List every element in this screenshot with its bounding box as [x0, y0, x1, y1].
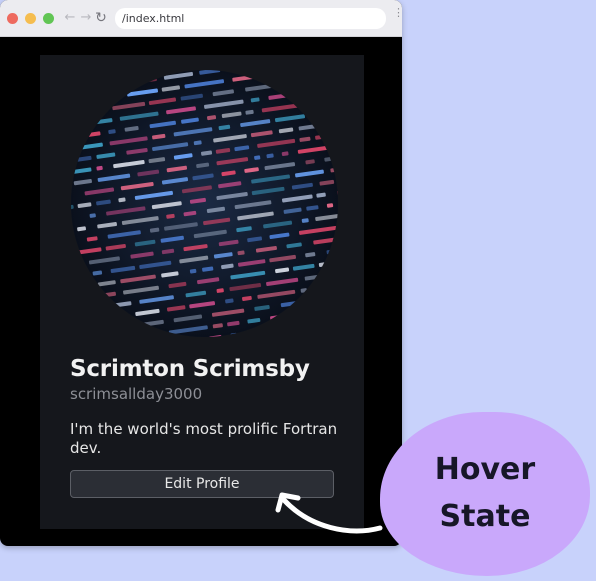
code-texture-mark [71, 273, 83, 280]
code-texture-mark [95, 313, 128, 322]
code-texture-mark [318, 262, 326, 267]
code-texture-mark [71, 109, 91, 117]
code-texture-mark [305, 307, 334, 316]
code-texture-mark [286, 322, 314, 330]
code-texture-mark [154, 331, 162, 337]
profile-handle: scrimsallday3000 [70, 385, 203, 403]
code-texture-mark [93, 305, 102, 311]
code-texture-mark [84, 72, 108, 80]
code-texture-mark [116, 70, 137, 75]
code-texture-mark [283, 333, 315, 337]
code-texture-mark [333, 107, 338, 114]
code-texture-mark [254, 155, 261, 160]
annotation-line-1: Hover [434, 452, 536, 487]
profile-name: Scrimton Scrimsby [70, 356, 310, 382]
browser-toolbar: ← → ↻ /index.html ⋮ [0, 0, 402, 37]
profile-card: Scrimton Scrimsby scrimsallday3000 I'm t… [40, 55, 364, 529]
code-texture-mark [102, 336, 129, 337]
profile-bio: I'm the world's most prolific Fortran de… [70, 420, 338, 457]
avatar-code-image [71, 70, 338, 337]
code-texture-mark [245, 329, 258, 336]
code-texture-mark [333, 259, 338, 265]
code-texture-mark [323, 319, 331, 325]
code-texture-mark [311, 110, 329, 118]
code-texture-mark [108, 325, 123, 332]
maximize-window-button[interactable] [43, 13, 54, 24]
stage: ← → ↻ /index.html ⋮ Scrimton Scrimsby sc… [0, 0, 596, 581]
code-texture-mark [281, 81, 291, 87]
minimize-window-button[interactable] [25, 13, 36, 24]
annotation-label: Hover State [380, 446, 590, 540]
code-texture-mark [300, 288, 308, 293]
code-texture-mark [326, 203, 334, 208]
browser-window: ← → ↻ /index.html ⋮ Scrimton Scrimsby sc… [0, 0, 402, 546]
code-texture-mark [322, 330, 338, 337]
code-texture-mark [317, 282, 338, 291]
code-texture-mark [71, 328, 104, 337]
code-texture-mark [332, 93, 338, 103]
forward-arrow-icon[interactable]: → [79, 9, 93, 27]
code-texture-mark [265, 327, 276, 333]
close-window-button[interactable] [7, 13, 18, 24]
code-texture-mark [96, 165, 103, 171]
code-texture-mark [71, 308, 83, 315]
menu-dots-icon[interactable]: ⋮ [393, 7, 402, 26]
annotation-line-2: State [439, 499, 531, 534]
avatar [71, 70, 338, 337]
code-texture-mark [329, 121, 336, 127]
code-texture-mark [71, 86, 92, 93]
code-texture-mark [71, 122, 81, 130]
code-texture-mark [71, 134, 76, 143]
code-texture-mark [132, 333, 149, 337]
reload-icon[interactable]: ↻ [94, 9, 108, 27]
code-texture-mark [303, 100, 324, 107]
code-texture-mark [99, 94, 118, 101]
hover-state-annotation: Hover State [380, 412, 590, 576]
code-texture-mark [295, 89, 317, 97]
address-bar[interactable]: /index.html [115, 8, 386, 29]
code-texture-mark [71, 97, 94, 106]
back-arrow-icon[interactable]: ← [63, 9, 77, 27]
code-texture-mark [145, 70, 154, 71]
curved-arrow-icon [275, 492, 383, 534]
code-texture-mark [265, 71, 281, 78]
code-texture-mark [294, 79, 308, 85]
code-texture-mark [315, 74, 337, 82]
code-texture-mark [97, 107, 107, 113]
code-texture-mark [89, 213, 96, 218]
code-texture-mark [71, 76, 78, 84]
code-texture-mark [98, 80, 131, 89]
code-texture-mark [319, 293, 338, 302]
code-texture-mark [320, 86, 338, 93]
code-texture-mark [289, 70, 320, 74]
